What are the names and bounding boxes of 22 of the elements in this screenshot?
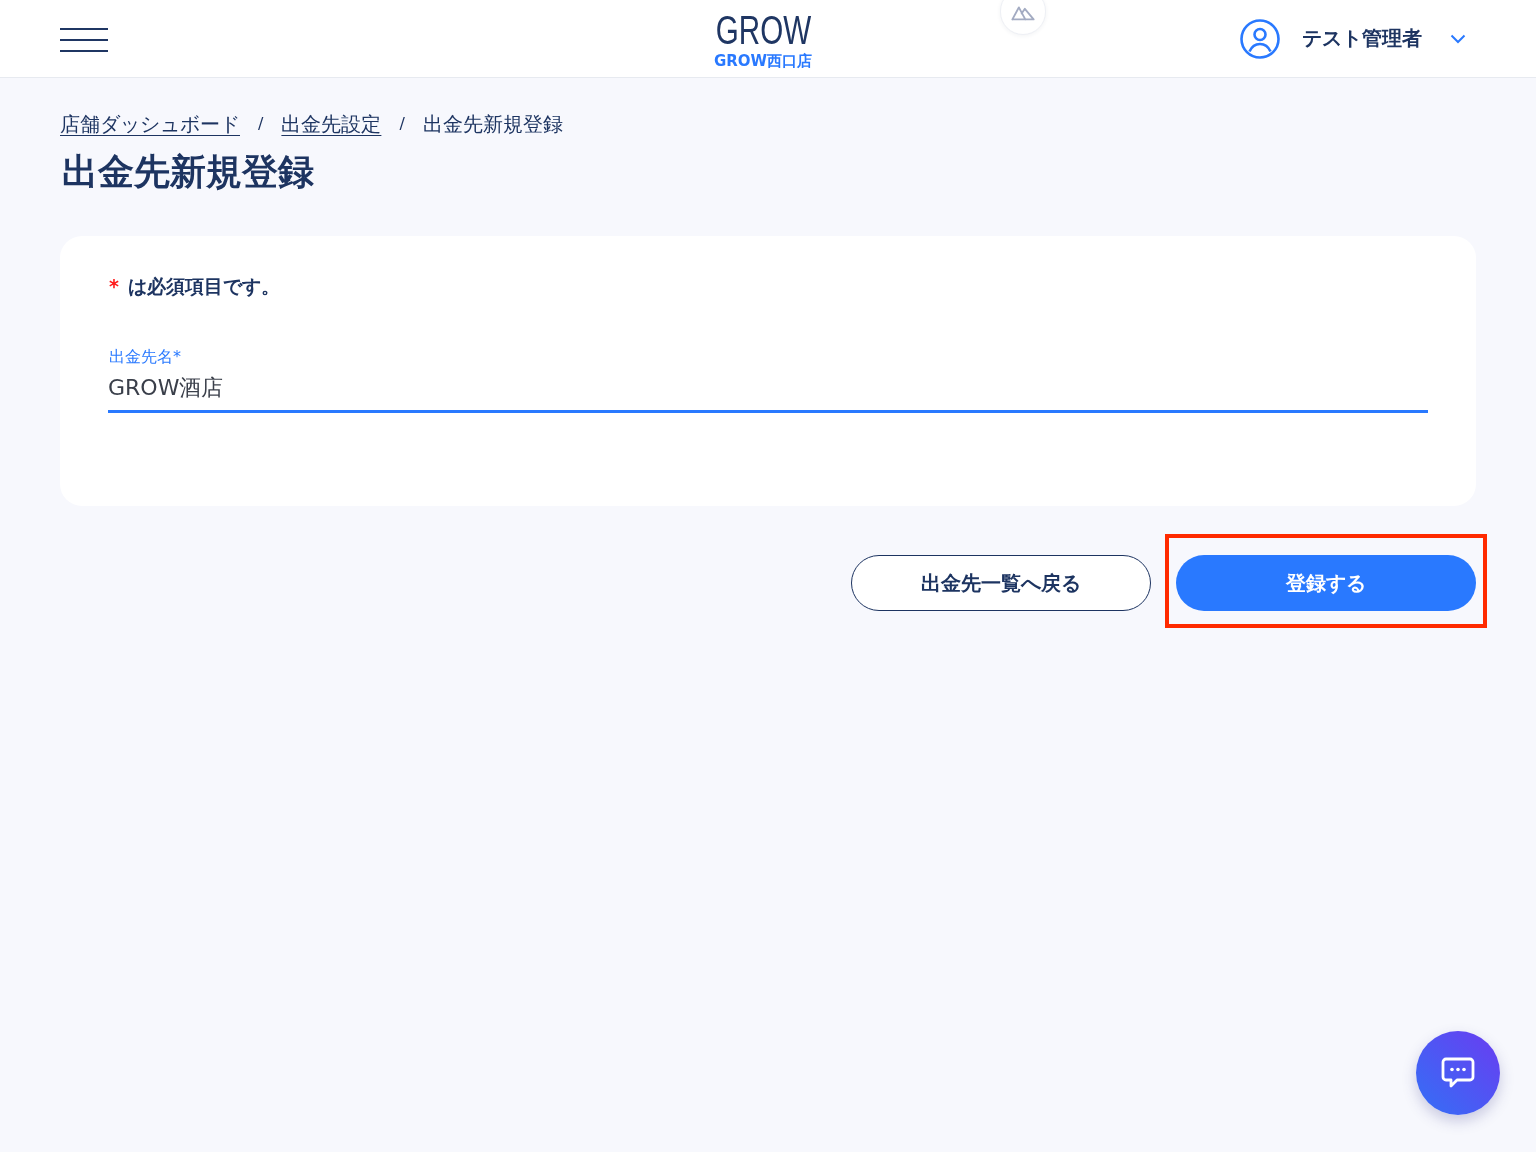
- required-note: は必須項目です。: [127, 274, 280, 299]
- menu-icon: [60, 27, 108, 52]
- user-icon: [1240, 18, 1280, 59]
- chat-bubble-icon: [1440, 1056, 1476, 1090]
- mountain-icon: [1011, 4, 1035, 21]
- required-asterisk: *: [109, 274, 119, 299]
- chat-button[interactable]: [1416, 1031, 1500, 1115]
- page-title: 出金先新規登録: [62, 150, 314, 194]
- menu-button[interactable]: [60, 27, 108, 52]
- breadcrumb-link[interactable]: 出金先設定: [281, 110, 382, 138]
- breadcrumb-current: 出金先新規登録: [422, 111, 563, 138]
- register-button[interactable]: 登録する: [1176, 555, 1476, 611]
- logo-text: GROW: [715, 9, 811, 50]
- field-label: 出金先名*: [109, 346, 181, 368]
- back-button[interactable]: 出金先一覧へ戻る: [851, 555, 1151, 611]
- input-field[interactable]: GROW酒店: [108, 370, 1428, 413]
- breadcrumb-separator: /: [399, 113, 405, 135]
- user-menu[interactable]: テスト管理者: [1240, 18, 1466, 59]
- breadcrumb-separator: /: [258, 113, 264, 135]
- breadcrumb-link[interactable]: 店舗ダッシュボード: [60, 110, 240, 138]
- chevron-down-icon: [1450, 33, 1466, 44]
- store-name: GROW西口店: [713, 51, 813, 70]
